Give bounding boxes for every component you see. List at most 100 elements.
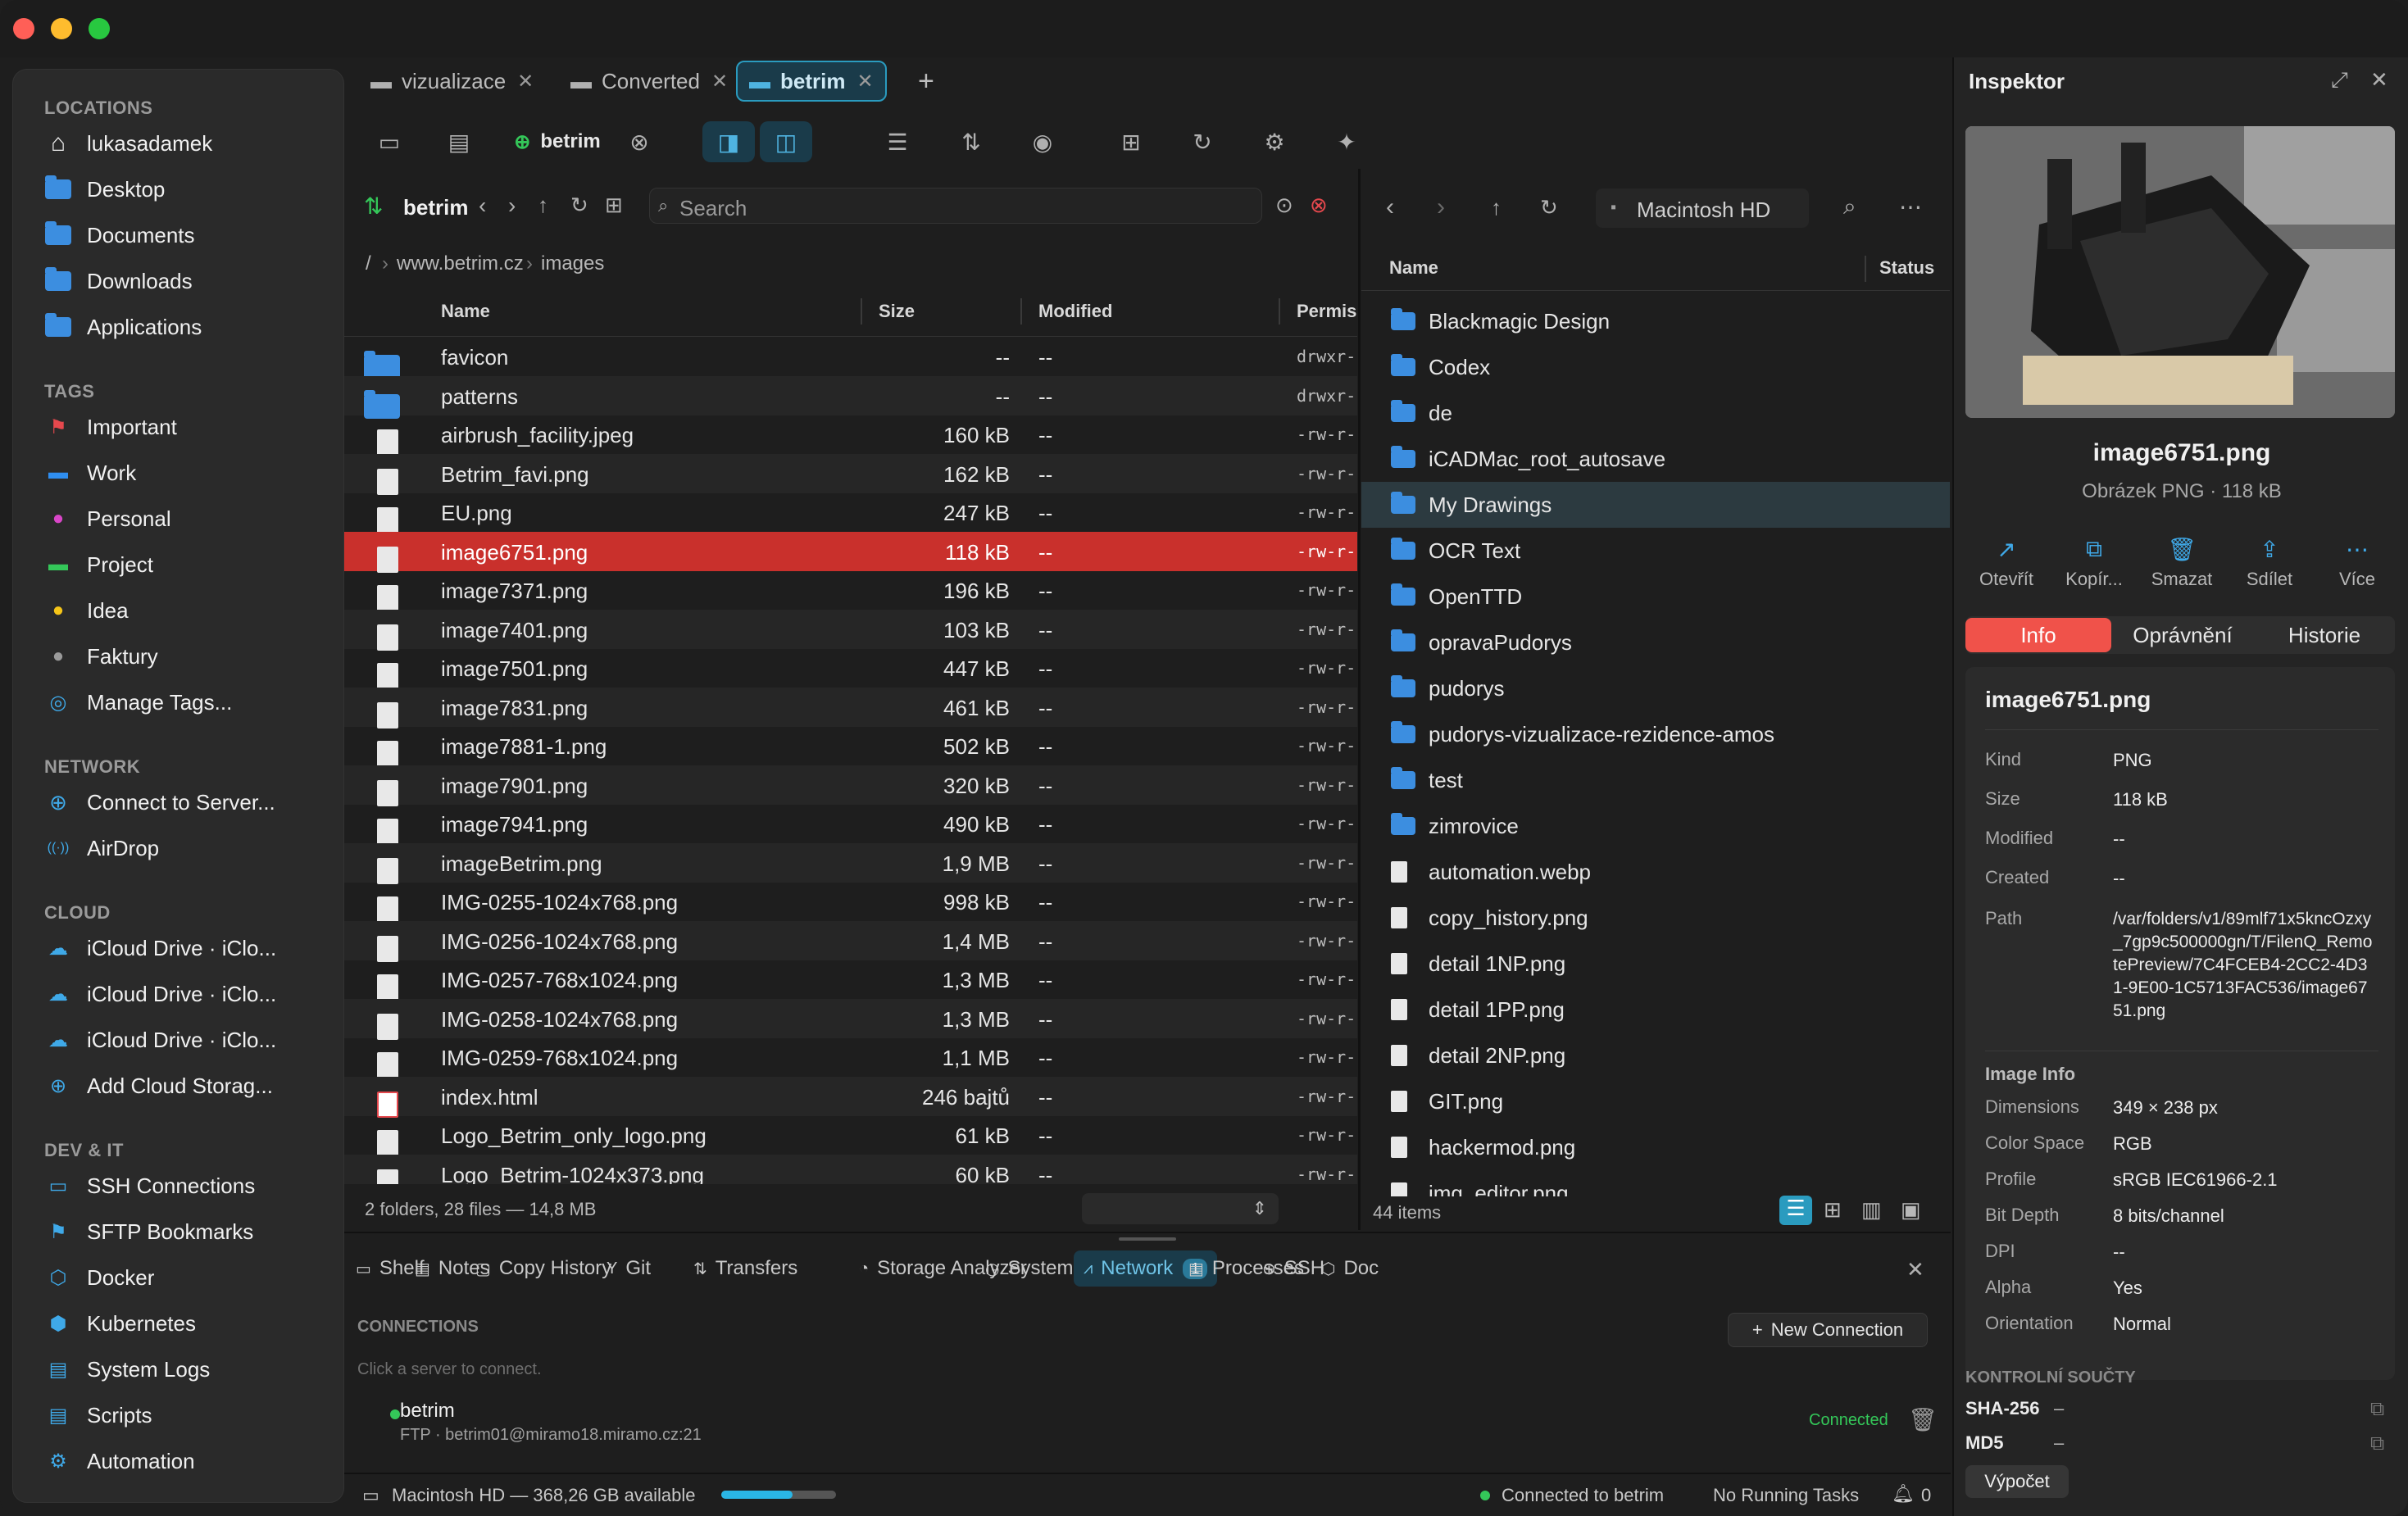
search-field[interactable]: ⌕ Search — [649, 188, 1262, 224]
up-icon[interactable]: ↑ — [538, 193, 548, 218]
sidebar-item-ssh-connections[interactable]: ▭ SSH Connections — [44, 1169, 256, 1202]
connection-row[interactable]: betrim FTP · betrim01@miramo18.miramo.cz… — [357, 1395, 1941, 1455]
sidebar-item-airdrop[interactable]: ((·)) AirDrop — [44, 832, 159, 865]
disconnect-icon[interactable]: ⊗ — [623, 121, 656, 162]
sidebar-item-docker[interactable]: ⬡ Docker — [44, 1261, 155, 1294]
table-row[interactable]: favicon -- -- drwxr- — [344, 337, 1357, 379]
list-item[interactable]: hackermod.png — [1361, 1124, 1950, 1170]
split-view-icon[interactable]: ◫ — [760, 121, 812, 162]
column-header-permissions[interactable]: Permis — [1297, 287, 1356, 336]
forward-icon[interactable]: › — [1437, 193, 1445, 221]
column-header-name[interactable]: Name — [1389, 246, 1438, 290]
table-row[interactable]: image7371.png 196 kB -- -rw-r- — [344, 570, 1357, 611]
sidebar-item-add-cloud-storag-3[interactable]: ⊕ Add Cloud Storag... — [44, 1069, 273, 1102]
sidebar-item-desktop[interactable]: Desktop — [44, 173, 165, 206]
sidebar-item-icloud-drive-iclo-0[interactable]: ☁ iCloud Drive · iClo... — [44, 932, 276, 965]
list-item[interactable]: pudorys-vizualizace-rezidence-amos — [1361, 711, 1950, 757]
sidebar-item-faktury[interactable]: ● Faktury — [44, 640, 158, 673]
new-connection-button[interactable]: + New Connection — [1728, 1313, 1928, 1347]
filter-icon[interactable]: ☰ — [877, 121, 918, 162]
tab-system[interactable]: ◷ System — [975, 1250, 1083, 1287]
refresh-icon[interactable]: ↻ — [570, 193, 588, 218]
v-ce-action-button[interactable]: ⋯ Více — [2316, 536, 2398, 601]
tab-transfers[interactable]: ⇅ Transfers — [684, 1250, 807, 1287]
close-connection-icon[interactable]: ⊗ — [1310, 193, 1328, 218]
list-item[interactable]: My Drawings — [1361, 482, 1950, 528]
table-row[interactable]: image7941.png 490 kB -- -rw-r- — [344, 804, 1357, 845]
list-item[interactable]: detail 1NP.png — [1361, 941, 1950, 987]
sidebar-item-icloud-drive-iclo-2[interactable]: ☁ iCloud Drive · iClo... — [44, 1024, 276, 1056]
table-row[interactable]: IMG-0256-1024x768.png 1,4 MB -- -rw-r- — [344, 920, 1357, 962]
dual-pane-icon[interactable]: ◨ — [702, 121, 755, 162]
table-row[interactable]: image6751.png 118 kB -- -rw-r- — [344, 531, 1357, 573]
table-row[interactable]: image7501.png 447 kB -- -rw-r- — [344, 648, 1357, 689]
back-icon[interactable]: ‹ — [479, 193, 486, 219]
new-folder-icon[interactable]: ⊞ — [1111, 121, 1152, 162]
tab-vizualizace[interactable]: ▬ vizualizace ✕ — [359, 61, 545, 102]
list-item[interactable]: detail 2NP.png — [1361, 1033, 1950, 1078]
forward-icon[interactable]: › — [508, 193, 516, 219]
list-item[interactable]: detail 1PP.png — [1361, 987, 1950, 1033]
table-row[interactable]: airbrush_facility.jpeg 160 kB -- -rw-r- — [344, 415, 1357, 456]
table-row[interactable]: imageBetrim.png 1,9 MB -- -rw-r- — [344, 842, 1357, 884]
close-panel-icon[interactable]: ✕ — [1906, 1257, 1924, 1282]
close-icon[interactable]: ✕ — [856, 70, 873, 93]
list-item[interactable]: copy_history.png — [1361, 895, 1950, 941]
table-row[interactable]: EU.png 247 kB -- -rw-r- — [344, 492, 1357, 533]
back-icon[interactable]: ‹ — [1386, 193, 1394, 221]
zoom-window-button[interactable] — [89, 18, 110, 39]
trash-icon[interactable]: 🗑 — [1908, 1406, 1938, 1433]
close-window-button[interactable] — [13, 18, 34, 39]
table-row[interactable]: IMG-0258-1024x768.png 1,3 MB -- -rw-r- — [344, 998, 1357, 1040]
server-indicator[interactable]: ⊕ betrim — [500, 121, 615, 162]
column-header-name[interactable]: Name — [441, 287, 490, 336]
sidebar-item-downloads[interactable]: Downloads — [44, 265, 193, 297]
list-item[interactable]: pudorys — [1361, 665, 1950, 711]
sidebar-item-icloud-drive-iclo-1[interactable]: ☁ iCloud Drive · iClo... — [44, 978, 276, 1010]
column-header-status[interactable]: Status — [1879, 246, 1934, 290]
list-item[interactable]: GIT.png — [1361, 1078, 1950, 1124]
close-icon[interactable]: ✕ — [517, 70, 534, 93]
breadcrumb-images[interactable]: images — [541, 252, 604, 275]
table-row[interactable]: IMG-0257-768x1024.png 1,3 MB -- -rw-r- — [344, 960, 1357, 1001]
table-row[interactable]: Logo_Betrim-1024x373.png 60 kB -- -rw-r- — [344, 1154, 1357, 1184]
minimize-window-button[interactable] — [51, 18, 72, 39]
table-row[interactable]: image7901.png 320 kB -- -rw-r- — [344, 765, 1357, 806]
sort-icon[interactable]: ⇅ — [951, 121, 992, 162]
list-view-icon[interactable]: ☰ — [1779, 1196, 1812, 1225]
drive-icon[interactable]: ▤ — [438, 121, 479, 162]
location-selector[interactable]: ▪ Macintosh HD — [1596, 188, 1809, 228]
sidebar-item-lukasadamek[interactable]: ⌂ lukasadamek — [44, 127, 212, 160]
list-item[interactable]: opravaPudorys — [1361, 620, 1950, 665]
segment-history[interactable]: Historie — [2254, 618, 2395, 652]
column-header-size[interactable]: Size — [879, 287, 915, 336]
list-item[interactable]: iCADMac_root_autosave — [1361, 436, 1950, 482]
download-icon[interactable]: ⊙ — [1275, 193, 1293, 218]
up-icon[interactable]: ↑ — [1491, 195, 1502, 220]
smazat-action-button[interactable]: 🗑︎ Smazat — [2141, 536, 2223, 601]
sd-let-action-button[interactable]: ⇪ Sdílet — [2229, 536, 2310, 601]
table-row[interactable]: IMG-0259-768x1024.png 1,1 MB -- -rw-r- — [344, 1037, 1357, 1078]
list-item[interactable]: automation.webp — [1361, 849, 1950, 895]
close-icon[interactable]: ✕ — [2370, 67, 2388, 93]
tab-converted[interactable]: ▬ Converted ✕ — [559, 61, 739, 102]
grid-view-icon[interactable]: ⊞ — [1824, 1197, 1842, 1223]
sidebar-item-kubernetes[interactable]: ⬢ Kubernetes — [44, 1307, 196, 1340]
gallery-view-icon[interactable]: ▣ — [1901, 1197, 1921, 1223]
sidebar-item-manage-tags[interactable]: ◎ Manage Tags... — [44, 686, 233, 719]
table-row[interactable]: image7881-1.png 502 kB -- -rw-r- — [344, 726, 1357, 767]
segment-info[interactable]: Info — [1965, 618, 2111, 652]
gear-icon[interactable]: ⚙ — [1254, 121, 1295, 162]
kop-r-action-button[interactable]: ⧉ Kopír... — [2053, 536, 2135, 601]
view-selector[interactable]: ⇕ — [1082, 1193, 1279, 1224]
list-item[interactable]: zimrovice — [1361, 803, 1950, 849]
sidebar-toggle-icon[interactable]: ▭ — [369, 121, 410, 162]
sidebar-item-applications[interactable]: Applications — [44, 311, 202, 343]
breadcrumb-root[interactable]: / — [366, 252, 371, 275]
list-item[interactable]: Codex — [1361, 344, 1950, 390]
new-folder-icon[interactable]: ⊞ — [605, 193, 623, 218]
sidebar-item-documents[interactable]: Documents — [44, 219, 195, 252]
tab-git[interactable]: Y Git — [597, 1250, 661, 1287]
list-item[interactable]: OpenTTD — [1361, 574, 1950, 620]
new-tab-button[interactable]: + — [906, 61, 946, 102]
